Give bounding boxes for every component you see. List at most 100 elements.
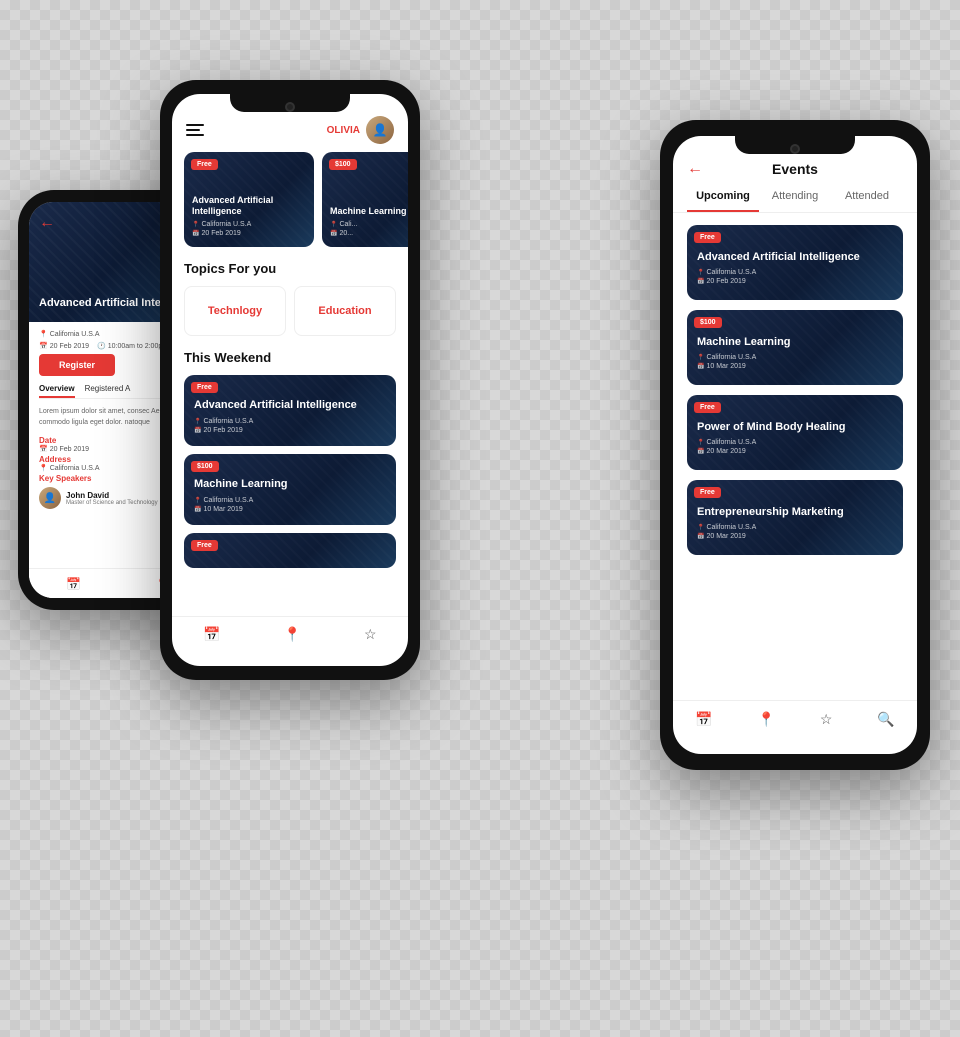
card-badge-0: Free xyxy=(191,159,218,170)
card-meta-date-1: 📅 20... xyxy=(330,230,408,237)
featured-card-0[interactable]: Free Advanced Artificial Intelligence 📍 … xyxy=(184,152,314,247)
event-location-2: California U.S.A xyxy=(706,439,756,446)
tab-overview[interactable]: Overview xyxy=(39,384,75,398)
weekend-meta-date-1: 📅 10 Mar 2019 xyxy=(194,506,386,513)
card-date-0: 20 Feb 2019 xyxy=(201,230,240,237)
hamburger-menu[interactable] xyxy=(186,124,204,136)
ev-cal-icon-0: 📅 xyxy=(697,278,704,285)
card-meta-date-0: 📅 20 Feb 2019 xyxy=(192,230,306,237)
w-loc-icon-1: 📍 xyxy=(194,497,201,504)
middle-phone: OLIVIA 👤 Free Advanced Artificial Intell… xyxy=(160,80,420,680)
event-card-3[interactable]: Free Entrepreneurship Marketing 📍 Califo… xyxy=(687,480,903,555)
event-location-1: California U.S.A xyxy=(706,354,756,361)
event-date-3: 20 Mar 2019 xyxy=(706,533,745,540)
hamburger-line-3 xyxy=(186,134,204,136)
event-title-0: Advanced Artificial Intelligence xyxy=(697,251,893,264)
card-location-0: California U.S.A xyxy=(201,221,251,228)
ev-calendar-nav[interactable]: 📅 xyxy=(695,711,712,728)
tab-registered[interactable]: Registered A xyxy=(85,384,131,398)
event-meta-loc-1: 📍 California U.S.A xyxy=(697,354,893,361)
featured-scroll: Free Advanced Artificial Intelligence 📍 … xyxy=(172,152,408,247)
event-title-1: Machine Learning xyxy=(697,336,893,349)
event-card-1[interactable]: $100 Machine Learning 📍 California U.S.A… xyxy=(687,310,903,385)
ev-cal-icon-3: 📅 xyxy=(697,533,704,540)
phone-camera xyxy=(285,102,295,112)
register-button[interactable]: Register xyxy=(39,354,115,376)
card-meta-location-1: 📍 Cali... xyxy=(330,221,408,228)
card-title-1: Machine Learning xyxy=(330,206,408,217)
weekend-card-2[interactable]: Free xyxy=(184,533,396,568)
back-button[interactable]: ← xyxy=(39,214,55,232)
w-cal-icon-0: 📅 xyxy=(194,427,201,434)
card-meta-location-0: 📍 California U.S.A xyxy=(192,221,306,228)
speaker-avatar: 👤 xyxy=(39,487,61,509)
hamburger-line-1 xyxy=(186,124,204,126)
card-date-1: 20... xyxy=(339,230,353,237)
middle-phone-screen: OLIVIA 👤 Free Advanced Artificial Intell… xyxy=(172,94,408,666)
calendar-nav[interactable]: 📅 xyxy=(203,626,220,643)
location-meta: 📍 California U.S.A xyxy=(39,330,100,338)
meta-cal-icon-0: 📅 xyxy=(192,230,199,237)
weekend-meta-date-0: 📅 20 Feb 2019 xyxy=(194,427,386,434)
event-meta-loc-2: 📍 California U.S.A xyxy=(697,439,893,446)
user-avatar[interactable]: 👤 xyxy=(366,116,394,144)
event-badge-3: Free xyxy=(694,487,721,498)
weekend-badge-1: $100 xyxy=(191,461,219,472)
phone-notch xyxy=(230,94,350,112)
ev-star-nav[interactable]: ☆ xyxy=(820,711,833,728)
ev-search-nav[interactable]: 🔍 xyxy=(877,711,894,728)
calendar-nav-icon[interactable]: 📅 xyxy=(66,577,81,591)
ev-cal-icon-2: 📅 xyxy=(697,448,704,455)
topics-section-title: Topics For you xyxy=(172,261,408,276)
event-meta-date-1: 📅 10 Mar 2019 xyxy=(697,363,893,370)
weekend-location-1: California U.S.A xyxy=(203,497,253,504)
location-icon-2: 📍 xyxy=(39,464,48,472)
tab-upcoming[interactable]: Upcoming xyxy=(687,190,759,212)
user-name: OLIVIA xyxy=(327,125,360,136)
tab-attended[interactable]: Attended xyxy=(831,190,903,212)
weekend-date-1: 10 Mar 2019 xyxy=(203,506,242,513)
location-nav[interactable]: 📍 xyxy=(284,626,301,643)
topic-education[interactable]: Education xyxy=(294,286,396,336)
event-meta-loc-0: 📍 California U.S.A xyxy=(697,269,893,276)
event-title-3: Entrepreneurship Marketing xyxy=(697,506,893,519)
ev-loc-icon-0: 📍 xyxy=(697,269,704,276)
calendar-icon: 📅 xyxy=(39,342,48,350)
card-title-0: Advanced Artificial Intelligence xyxy=(192,195,306,217)
weekend-card-1[interactable]: $100 Machine Learning 📍 California U.S.A… xyxy=(184,454,396,525)
ev-cal-icon-1: 📅 xyxy=(697,363,704,370)
weekend-meta-loc-1: 📍 California U.S.A xyxy=(194,497,386,504)
meta-location-icon-0: 📍 xyxy=(192,221,199,228)
ev-location-nav[interactable]: 📍 xyxy=(758,711,775,728)
ev-loc-icon-3: 📍 xyxy=(697,524,704,531)
event-location-0: California U.S.A xyxy=(706,269,756,276)
card-info-0: Advanced Artificial Intelligence 📍 Calif… xyxy=(192,195,306,239)
event-meta-date-0: 📅 20 Feb 2019 xyxy=(697,278,893,285)
event-date-1: 10 Mar 2019 xyxy=(706,363,745,370)
event-date-0: 20 Feb 2019 xyxy=(706,278,745,285)
event-meta-loc-3: 📍 California U.S.A xyxy=(697,524,893,531)
tab-attending[interactable]: Attending xyxy=(759,190,831,212)
ev-loc-icon-1: 📍 xyxy=(697,354,704,361)
events-list: Free Advanced Artificial Intelligence 📍 … xyxy=(673,225,917,555)
ev-loc-icon-2: 📍 xyxy=(697,439,704,446)
star-nav[interactable]: ☆ xyxy=(364,626,377,643)
weekend-badge-2: Free xyxy=(191,540,218,551)
meta-cal-icon-1: 📅 xyxy=(330,230,337,237)
topics-row: Technlogy Education xyxy=(172,286,408,336)
card-location-1: Cali... xyxy=(339,221,357,228)
event-location-3: California U.S.A xyxy=(706,524,756,531)
event-card-0[interactable]: Free Advanced Artificial Intelligence 📍 … xyxy=(687,225,903,300)
weekend-location-0: California U.S.A xyxy=(203,418,253,425)
event-title-2: Power of Mind Body Healing xyxy=(697,421,893,434)
hamburger-line-2 xyxy=(186,129,200,131)
events-back-button[interactable]: ← xyxy=(687,160,703,178)
event-card-2[interactable]: Free Power of Mind Body Healing 📍 Califo… xyxy=(687,395,903,470)
weekend-card-0[interactable]: Free Advanced Artificial Intelligence 📍 … xyxy=(184,375,396,446)
weekend-title-0: Advanced Artificial Intelligence xyxy=(194,399,386,412)
topic-technology[interactable]: Technlogy xyxy=(184,286,286,336)
event-meta-date-3: 📅 20 Mar 2019 xyxy=(697,533,893,540)
weekend-title-1: Machine Learning xyxy=(194,478,386,491)
weekend-meta-loc-0: 📍 California U.S.A xyxy=(194,418,386,425)
featured-card-1[interactable]: $100 Machine Learning 📍 Cali... 📅 20... xyxy=(322,152,408,247)
